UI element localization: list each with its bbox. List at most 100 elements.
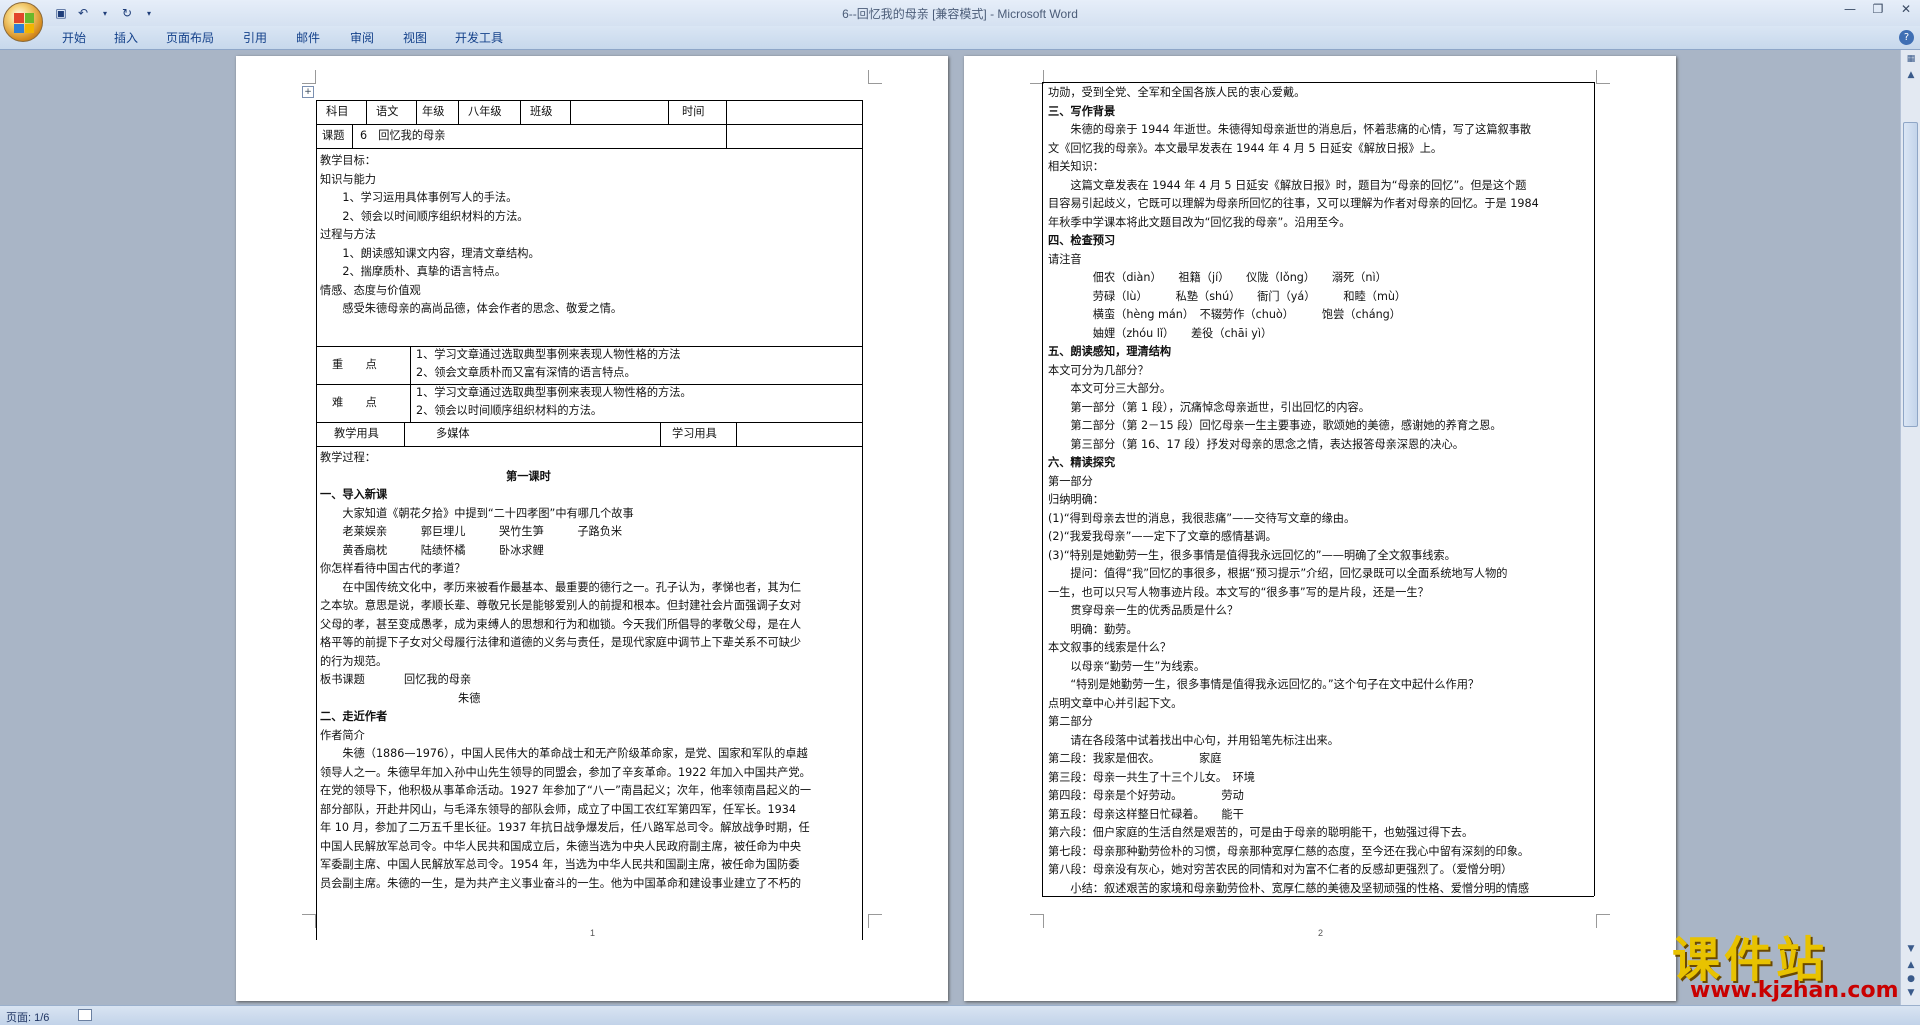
section-heading: 四、检查预习 [1048,234,1116,247]
topic-value: 6 回忆我的母亲 [360,129,446,142]
tab-developer[interactable]: 开发工具 [455,29,503,46]
text-line: 请在各段落中试着找出中心句，并用铅笔先标注出来。 [1048,733,1339,747]
crop-mark [868,70,882,84]
text-line: 明确：勤劳。 [1048,622,1138,636]
text-line: 第四段：母亲是个好劳动。 劳动 [1048,789,1244,802]
text-line: 相关知识： [1048,160,1104,173]
text-line: 第六段：佃户家庭的生活自然是艰苦的，可是由于母亲的聪明能干，也勉强过得下去。 [1048,826,1474,839]
text-line: 老莱娱亲 郭巨埋儿 哭竹生笋 子路负米 [320,525,623,538]
text-line: 横蛮（hèng mán） 不辍劳作（chuò） 饱尝（cháng） [1048,308,1401,321]
text-line: 朱德的母亲于 1944 年逝世。朱德得知母亲逝世的消息后，怀着悲痛的心情，写了这… [1048,123,1532,136]
paragraph-line: 年 10 月，参加了二万五千里长征。1937 年抗日战争爆发后，任八路军总司令。… [320,821,810,834]
window-title: 6--回忆我的母亲 [兼容模式] - Microsoft Word [842,7,1078,21]
restore-button[interactable]: ❐ [1864,0,1892,20]
goal-line: 1、学习运用具体事例写人的手法。 [320,191,518,204]
text-line: 第一部分 [1048,474,1093,488]
office-button[interactable] [3,2,43,42]
text-line: 功勋，受到全党、全军和全国各族人民的衷心爱戴。 [1048,86,1306,99]
ruler-toggle-icon[interactable]: ▦ [1904,52,1918,66]
section-heading: 二、走近作者 [320,710,388,723]
section-heading: 六、精读探究 [1048,456,1116,469]
time-label: 时间 [682,105,705,118]
text-line: 以母亲“勤劳一生”为线索。 [1048,659,1206,673]
text-line: 大家知道《朝花夕拾》中提到“二十四孝图”中有哪几个故事 [320,506,634,520]
vertical-scrollbar[interactable]: ▦ ▲ ▼ ▲ ● ▼ [1900,50,1920,1005]
crop-mark [868,914,882,928]
scroll-thumb[interactable] [1903,122,1918,427]
help-icon[interactable]: ? [1899,30,1914,45]
goal-line: 情感、态度与价值观 [320,283,421,297]
tab-review[interactable]: 审阅 [350,29,374,46]
process-label: 教学过程： [320,451,376,464]
goal-line: 感受朱德母亲的高尚品德，体会作者的思念、敬爱之情。 [320,302,623,315]
text-line: 第五段：母亲这样整日忙碌着。 能干 [1048,807,1244,821]
text-line: 第八段：母亲没有灰心，她对穷苦农民的同情和对为富不仁者的反感却更强烈了。（爱憎分… [1048,863,1513,876]
text-line: 劳碌（lù） 私塾（shú） 衙门（yá） 和睦（mù） [1048,289,1407,303]
board-author: 朱德 [458,691,481,705]
scroll-up-icon[interactable]: ▲ [1904,68,1918,82]
paragraph-line: 员会副主席。朱德的一生，是为共产主义事业奋斗的一生。他为中国革命和建设事业建立了… [320,876,802,890]
paragraph-line: 军委副主席、中国人民解放军总司令。1954 年，当选为中华人民共和国副主席，被任… [320,858,800,871]
tab-insert[interactable]: 插入 [114,29,138,46]
key-point-item: 1、学习文章通过选取典型事例来表现人物性格的方法 [416,348,681,361]
crop-mark [1596,914,1610,928]
paragraph-line: 部分部队，开赴井冈山，与毛泽东领导的部队会师，成立了中国工农红军第四军，任军长。… [320,802,796,816]
text-line: 作者简介 [320,728,365,742]
office-logo-icon [14,13,34,33]
board-label: 板书课题 [320,673,365,686]
text-line: 你怎样看待中国古代的孝道？ [320,562,466,575]
study-tools-label: 学习用具 [672,427,717,440]
text-line: 第七段：母亲那种勤劳俭朴的习惯，母亲那种宽厚仁慈的态度，至今还在我心中留有深刻的… [1048,844,1530,858]
page-number: 1 [590,928,596,938]
tab-home[interactable]: 开始 [62,29,86,46]
page-indicator[interactable]: 页面: 1/6 [6,1009,49,1025]
goal-line: 过程与方法 [320,228,376,241]
tab-mailings[interactable]: 邮件 [296,29,320,46]
text-line: 第一部分（第 1 段），沉痛悼念母亲逝世，引出回忆的内容。 [1048,400,1370,414]
title-bar: ▣ ↶ ▾ ↻ ▾ 6--回忆我的母亲 [兼容模式] - Microsoft W… [0,0,1920,26]
board-title: 回忆我的母亲 [404,673,472,686]
window-controls: — ❐ ✕ [1836,0,1920,20]
text-line: 请注音 [1048,252,1082,266]
text-line: (3)“特别是她勤劳一生，很多事情是值得我永远回忆的”——明确了全文叙事线索。 [1048,548,1456,562]
text-line: 一生，也可以只写人物事迹片段。本文写的“很多事”写的是片段，还是一生？ [1048,585,1429,599]
teaching-tools-value: 多媒体 [436,427,470,440]
page-2[interactable]: 功勋，受到全党、全军和全国各族人民的衷心爱戴。 三、写作背景 朱德的母亲于 194… [964,56,1676,1001]
paragraph-line: 中国人民解放军总司令。中华人民共和国成立后，朱德当选为中央人民政府副主席，被任命… [320,839,802,853]
paragraph-line: 父母的孝，甚至变成愚孝，成为束缚人的思想和行为和枷锁。今天我们所倡导的孝敬父母，… [320,617,802,631]
class-label: 班级 [530,105,553,118]
text-line: 第二部分（第 2－15 段）回忆母亲一生主要事迹，歌颂她的美德，感谢她的养育之恩… [1048,419,1502,432]
minimize-button[interactable]: — [1836,0,1864,20]
subject-value: 语文 [376,105,399,118]
difficult-points-label: 难 点 [332,396,377,409]
goal-line: 1、朗读感知课文内容，理清文章结构。 [320,246,540,260]
text-line: 目容易引起歧义，它既可以理解为母亲所回忆的往事，又可以理解为作者对母亲的回忆。于… [1048,197,1539,210]
proofing-icon[interactable] [78,1009,92,1021]
text-line: 第三部分（第 16、17 段）抒发对母亲的思念之情，表达报答母亲深恩的决心。 [1048,437,1464,451]
section-heading: 三、写作背景 [1048,104,1116,118]
text-line: 本文可分为几部分？ [1048,363,1149,377]
text-line: 小结：叙述艰苦的家境和母亲勤劳俭朴、宽厚仁慈的美德及坚韧顽强的性格、爱憎分明的情… [1048,881,1530,895]
text-line: 贯穿母亲一生的优秀品质是什么？ [1048,604,1239,617]
crop-mark [1030,914,1044,928]
topic-label: 课题 [322,129,345,142]
tab-references[interactable]: 引用 [243,29,267,46]
page-1[interactable]: + 科目 语文 年级 八年级 班级 时间 课题 6 回忆我的母亲 教学目标： 知识… [236,56,948,1001]
paragraph-line: 在党的领导下，他积极从事革命活动。1927 年参加了“八一”南昌起义；次年，他率… [320,784,812,797]
document-area[interactable]: + 科目 语文 年级 八年级 班级 时间 课题 6 回忆我的母亲 教学目标： 知识… [0,50,1900,1005]
tab-page-layout[interactable]: 页面布局 [166,29,214,46]
close-button[interactable]: ✕ [1892,0,1920,20]
text-line: “特别是她勤劳一生，很多事情是值得我永远回忆的。”这个句子在文中起什么作用？ [1048,678,1480,691]
goal-line: 2、领会以时间顺序组织材料的方法。 [320,209,529,223]
lesson-title: 第一课时 [506,469,551,483]
paragraph-line: 格平等的前提下子女对父母履行法律和道德的义务与责任，是现代家庭中调节上下辈关系不… [320,636,802,649]
text-line: 第二部分 [1048,715,1093,728]
text-line: 佃农（diàn） 祖籍（jí） 仪陇（lǒng） 溺死（nì） [1048,271,1387,284]
grade-label: 年级 [422,105,445,118]
key-points-label: 重 点 [332,358,377,371]
text-line: 文《回忆我的母亲》。本文最早发表在 1944 年 4 月 5 日延安《解放日报》… [1048,141,1443,155]
table-move-handle-icon[interactable]: + [302,86,314,98]
goal-line: 知识与能力 [320,172,376,186]
text-line: 妯娌（zhóu lǐ） 差役（chāi yì） [1048,326,1273,340]
tab-view[interactable]: 视图 [403,29,427,46]
